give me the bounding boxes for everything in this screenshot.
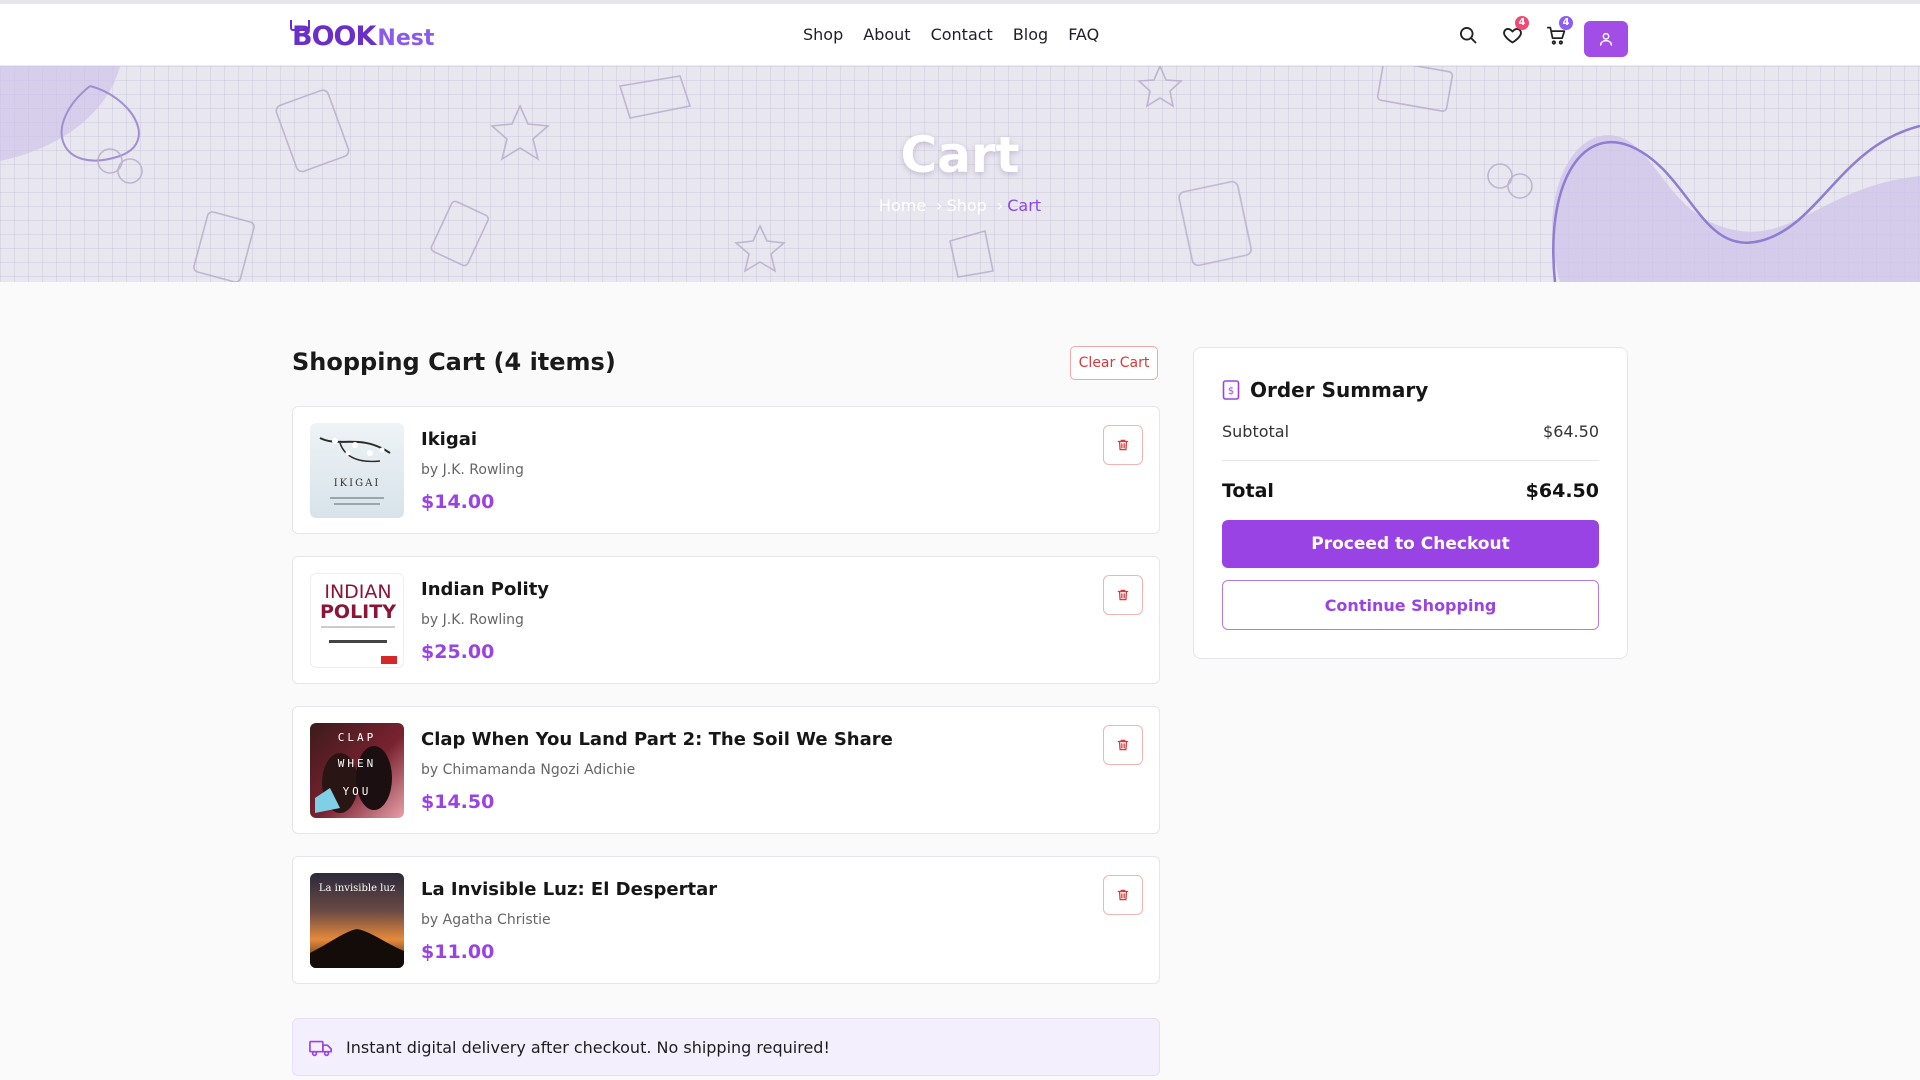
trash-icon	[1117, 889, 1129, 901]
remove-item-button[interactable]	[1103, 575, 1143, 615]
cart-count-badge: 4	[1559, 16, 1573, 30]
user-icon	[1599, 32, 1613, 46]
item-title[interactable]: Clap When You Land Part 2: The Soil We S…	[421, 729, 893, 750]
site-header: BOOK Nest Shop About Contact Blog FAQ 4 …	[0, 4, 1920, 66]
search-icon	[1460, 27, 1477, 44]
continue-shopping-button[interactable]: Continue Shopping	[1222, 580, 1599, 630]
item-title[interactable]: Indian Polity	[421, 579, 549, 600]
book-cover-image[interactable]: La invisible luz	[310, 873, 404, 968]
trash-icon	[1117, 739, 1129, 751]
remove-item-button[interactable]	[1103, 425, 1143, 465]
item-price: $25.00	[421, 641, 495, 663]
receipt-icon: $	[1222, 380, 1240, 400]
cart-item: INDIAN POLITY Indian Polity by J.K. Rowl…	[292, 556, 1160, 684]
cart-item: IKIGAI Ikigai by J.K. Rowling $14.00	[292, 406, 1160, 534]
book-cover-image[interactable]: CLAP WHEN YOU	[310, 723, 404, 818]
wishlist-count-badge: 4	[1515, 16, 1529, 30]
search-button[interactable]	[1453, 20, 1483, 50]
breadcrumb-chevron-icon: ›	[936, 196, 943, 215]
item-price: $11.00	[421, 941, 495, 963]
total-label: Total	[1222, 480, 1274, 502]
total-row: Total $64.50	[1222, 480, 1599, 502]
nav-link-shop[interactable]: Shop	[803, 25, 843, 44]
wishlist-button[interactable]: 4	[1497, 16, 1529, 50]
trash-icon	[1117, 439, 1129, 451]
trash-icon	[1117, 589, 1129, 601]
cart-item: La invisible luz La Invisible Luz: El De…	[292, 856, 1160, 984]
subtotal-row: Subtotal $64.50	[1222, 422, 1599, 441]
truck-icon	[309, 1040, 332, 1057]
svg-text:$: $	[1228, 386, 1234, 397]
delivery-message: Instant digital delivery after checkout.…	[346, 1038, 830, 1057]
breadcrumb-home[interactable]: Home	[879, 196, 926, 215]
total-value: $64.50	[1525, 480, 1599, 502]
item-price: $14.00	[421, 491, 495, 513]
breadcrumb-chevron-icon: ›	[996, 196, 1004, 215]
book-cover-image[interactable]: INDIAN POLITY	[310, 573, 404, 668]
page-hero: Cart Home › Shop › Cart	[0, 66, 1920, 282]
item-author: by J.K. Rowling	[421, 612, 524, 628]
nav-link-about[interactable]: About	[863, 25, 910, 44]
item-price: $14.50	[421, 791, 495, 813]
svg-text:INDIAN: INDIAN	[324, 581, 391, 603]
item-title[interactable]: La Invisible Luz: El Despertar	[421, 879, 717, 900]
subtotal-label: Subtotal	[1222, 422, 1290, 441]
logo-cart-mark	[290, 20, 310, 31]
item-author: by J.K. Rowling	[421, 462, 524, 478]
order-summary-panel: $ Order Summary Subtotal $64.50 Total $6…	[1193, 347, 1628, 659]
item-author: by Agatha Christie	[421, 912, 551, 928]
clear-cart-button[interactable]: Clear Cart	[1070, 346, 1158, 380]
page-title: Cart	[900, 126, 1020, 184]
proceed-to-checkout-button[interactable]: Proceed to Checkout	[1222, 520, 1599, 568]
cart-item: CLAP WHEN YOU Clap When You Land Part 2:…	[292, 706, 1160, 834]
svg-text:YOU: YOU	[343, 785, 372, 798]
subtotal-value: $64.50	[1543, 422, 1599, 441]
delivery-notice: Instant digital delivery after checkout.…	[292, 1018, 1160, 1076]
remove-item-button[interactable]	[1103, 725, 1143, 765]
remove-item-button[interactable]	[1103, 875, 1143, 915]
brand-logo[interactable]: BOOK Nest	[290, 18, 435, 52]
item-title[interactable]: Ikigai	[421, 429, 477, 450]
svg-text:POLITY: POLITY	[320, 601, 396, 623]
cart-heading: Shopping Cart (4 items)	[292, 348, 616, 376]
nav-link-faq[interactable]: FAQ	[1068, 25, 1099, 44]
account-button[interactable]	[1584, 21, 1628, 57]
item-author: by Chimamanda Ngozi Adichie	[421, 762, 636, 778]
logo-secondary: Nest	[377, 26, 435, 51]
svg-text:CLAP: CLAP	[338, 731, 377, 744]
summary-divider	[1222, 460, 1599, 461]
svg-text:WHEN: WHEN	[338, 757, 377, 770]
book-cover-image[interactable]: IKIGAI	[310, 423, 404, 518]
main-nav: Shop About Contact Blog FAQ	[803, 25, 1099, 44]
summary-title: Order Summary	[1250, 378, 1429, 402]
nav-link-contact[interactable]: Contact	[931, 25, 993, 44]
nav-link-blog[interactable]: Blog	[1013, 25, 1048, 44]
breadcrumb: Home › Shop › Cart	[0, 196, 1920, 215]
cart-button[interactable]: 4	[1541, 16, 1573, 50]
breadcrumb-cart: Cart	[1007, 196, 1042, 215]
svg-text:IKIGAI: IKIGAI	[334, 478, 381, 489]
svg-text:La invisible luz: La invisible luz	[319, 883, 395, 894]
breadcrumb-shop[interactable]: Shop	[947, 196, 987, 215]
